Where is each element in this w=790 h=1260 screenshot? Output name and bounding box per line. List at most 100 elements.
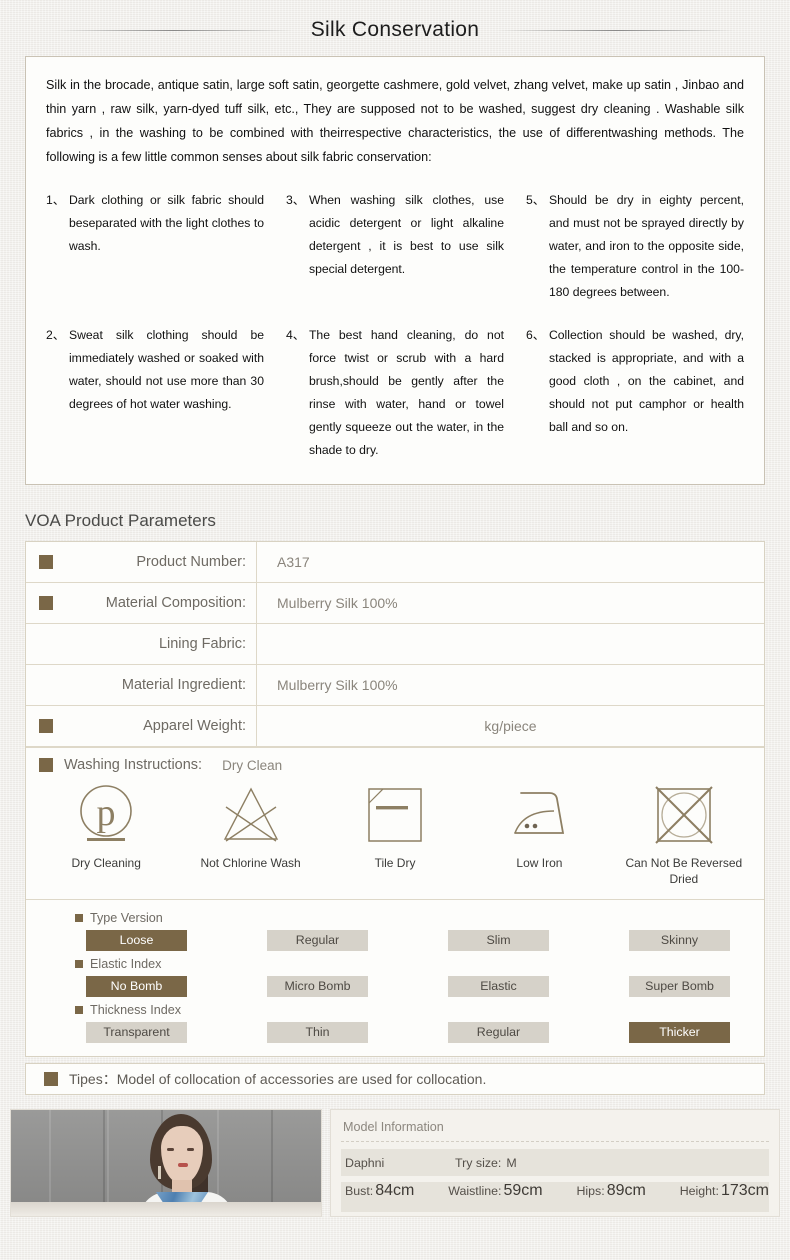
no-tumble-dry-icon: [612, 781, 756, 849]
bullet-square-icon: [44, 1072, 58, 1086]
measurement-waistline: Waistline: 59cm: [448, 1182, 542, 1200]
measurement-label: Hips:: [576, 1184, 605, 1198]
svg-text:p: p: [97, 792, 116, 834]
measurement-value: 59cm: [503, 1182, 543, 1199]
washing-instructions-header: Washing Instructions: Dry Clean: [26, 757, 764, 773]
tip-number: 2、: [46, 328, 65, 342]
tip-text: The best hand cleaning, do not force twi…: [308, 328, 504, 457]
washing-symbol-item: Not Chlorine Wash: [178, 781, 322, 871]
washing-symbol-item: Low Iron: [467, 781, 611, 871]
washing-symbol-item: Can Not Be Reversed Dried: [612, 781, 756, 887]
title-rule-left: [55, 29, 293, 31]
param-label: Product Number:: [136, 554, 246, 570]
tip-item: 5、 Should be dry in eighty percent, and …: [526, 189, 744, 304]
measurement-height: Height: 173cm: [680, 1182, 769, 1200]
low-iron-icon: [467, 781, 611, 849]
param-label-cell: Product Number:: [26, 542, 257, 582]
page-root: Silk Conservation Silk in the brocade, a…: [0, 0, 790, 1217]
tip-item: 1、 Dark clothing or silk fabric should b…: [46, 189, 264, 304]
index-option-super-bomb[interactable]: Super Bomb: [629, 976, 730, 997]
bullet-square-icon: [39, 596, 53, 610]
table-row: Material Ingredient: Mulberry Silk 100%: [26, 665, 764, 706]
photo-wall-panel: [49, 1110, 105, 1216]
intro-paragraph: Silk in the brocade, antique satin, larg…: [46, 78, 744, 164]
tile-dry-icon: [323, 781, 467, 849]
table-row: Product Number: A317: [26, 542, 764, 583]
index-label-text: Elastic Index: [90, 956, 162, 971]
dry-cleaning-icon: p: [34, 781, 178, 849]
tip-text: Should be dry in eighty percent, and mus…: [548, 193, 744, 299]
page-title-row: Silk Conservation: [0, 0, 790, 56]
not-chlorine-wash-icon: [178, 781, 322, 849]
index-option-micro-bomb[interactable]: Micro Bomb: [267, 976, 368, 997]
tip-item: 4、 The best hand cleaning, do not force …: [286, 324, 504, 462]
page-title: Silk Conservation: [310, 18, 480, 41]
model-identity-row: Daphni Try size: M: [341, 1149, 769, 1176]
tip-number: 6、: [526, 328, 545, 342]
index-option-thin[interactable]: Thin: [267, 1022, 368, 1043]
tip-item: 6、 Collection should be washed, dry, sta…: [526, 324, 744, 462]
index-label-text: Type Version: [90, 910, 163, 925]
model-eye-left: [167, 1148, 174, 1151]
measurement-label: Height:: [679, 1184, 719, 1198]
measurement-value: 84cm: [375, 1182, 415, 1199]
tip-item: 2、 Sweat silk clothing should be immedia…: [46, 324, 264, 462]
bullet-square-icon: [39, 555, 53, 569]
parameters-section-title: VOA Product Parameters: [25, 511, 216, 530]
tip-number: 5、: [526, 193, 545, 207]
tip-text: When washing silk clothes, use acidic de…: [308, 193, 504, 276]
washing-instructions-label: Washing Instructions:: [64, 757, 203, 773]
tip-number: 3、: [286, 193, 305, 207]
index-option-thicker[interactable]: Thicker: [629, 1022, 730, 1043]
param-label: Material Composition:: [105, 595, 246, 611]
param-value: Mulberry Silk 100%: [277, 677, 398, 693]
param-label: Apparel Weight:: [143, 718, 246, 734]
tip-number: 4、: [286, 328, 305, 342]
param-value: A317: [277, 554, 310, 570]
param-label: Material Ingredient:: [121, 677, 246, 693]
model-measurements-row: Bust: 84cm Waistline: 59cm Hips: 89cm He…: [341, 1182, 769, 1212]
title-rule-right: [497, 29, 736, 31]
washing-instructions-block: Washing Instructions: Dry Clean p Dry Cl…: [26, 747, 764, 899]
index-option-transparent[interactable]: Transparent: [86, 1022, 187, 1043]
measurement-label: Bust:: [345, 1184, 374, 1198]
index-option-regular[interactable]: Regular: [267, 930, 368, 951]
index-option-elastic[interactable]: Elastic: [448, 976, 549, 997]
bullet-square-icon: [75, 1005, 83, 1014]
param-value: Mulberry Silk 100%: [277, 595, 398, 611]
index-option-no-bomb[interactable]: No Bomb: [86, 976, 187, 997]
measurement-label: Waistline:: [448, 1184, 502, 1198]
param-label: Lining Fabric:: [158, 636, 246, 652]
index-option-loose[interactable]: Loose: [86, 930, 187, 951]
bullet-square-icon: [39, 719, 53, 733]
tip-number: 1、: [46, 193, 65, 207]
tip-text: Sweat silk clothing should be immediatel…: [68, 328, 264, 411]
washing-symbol-caption: Dry Cleaning: [71, 856, 141, 870]
measurement-value: 173cm: [720, 1182, 769, 1199]
model-information-panel: Model Information Daphni Try size: M Bus…: [330, 1109, 780, 1217]
washing-symbol-caption: Can Not Be Reversed Dried: [625, 856, 743, 886]
index-option-regular-thickness[interactable]: Regular: [448, 1022, 549, 1043]
index-option-row: No Bomb Micro Bomb Elastic Super Bomb: [26, 973, 764, 1000]
table-row: Apparel Weight: kg/piece: [26, 706, 764, 747]
tip-item: 3、 When washing silk clothes, use acidic…: [286, 189, 504, 304]
index-group-elastic-index: Elastic Index No Bomb Micro Bomb Elastic…: [26, 954, 764, 1000]
model-eye-right: [187, 1148, 194, 1151]
washing-symbol-item: Tile Dry: [323, 781, 467, 871]
index-option-skinny[interactable]: Skinny: [629, 930, 730, 951]
index-option-slim[interactable]: Slim: [448, 930, 549, 951]
model-information-title: Model Information: [341, 1116, 769, 1142]
model-lips: [178, 1163, 188, 1167]
index-group-label: Thickness Index: [26, 1000, 764, 1019]
index-group-type-version: Type Version Loose Regular Slim Skinny: [26, 908, 764, 954]
measurement-bust: Bust: 84cm: [345, 1182, 414, 1200]
index-group-label: Elastic Index: [26, 954, 764, 973]
washing-symbol-list: p Dry Cleaning Not Chlorine Wash Tile Dr…: [26, 777, 764, 887]
tipes-notice-row: Tipes：Model of collocation of accessorie…: [25, 1063, 765, 1095]
index-group-label: Type Version: [26, 908, 764, 927]
model-section: Model Information Daphni Try size: M Bus…: [10, 1109, 780, 1217]
bullet-square-icon: [39, 758, 53, 772]
param-label-cell: Material Composition:: [26, 583, 257, 623]
index-option-row: Transparent Thin Regular Thicker: [26, 1019, 764, 1046]
try-size-label: Try size:: [455, 1155, 502, 1170]
